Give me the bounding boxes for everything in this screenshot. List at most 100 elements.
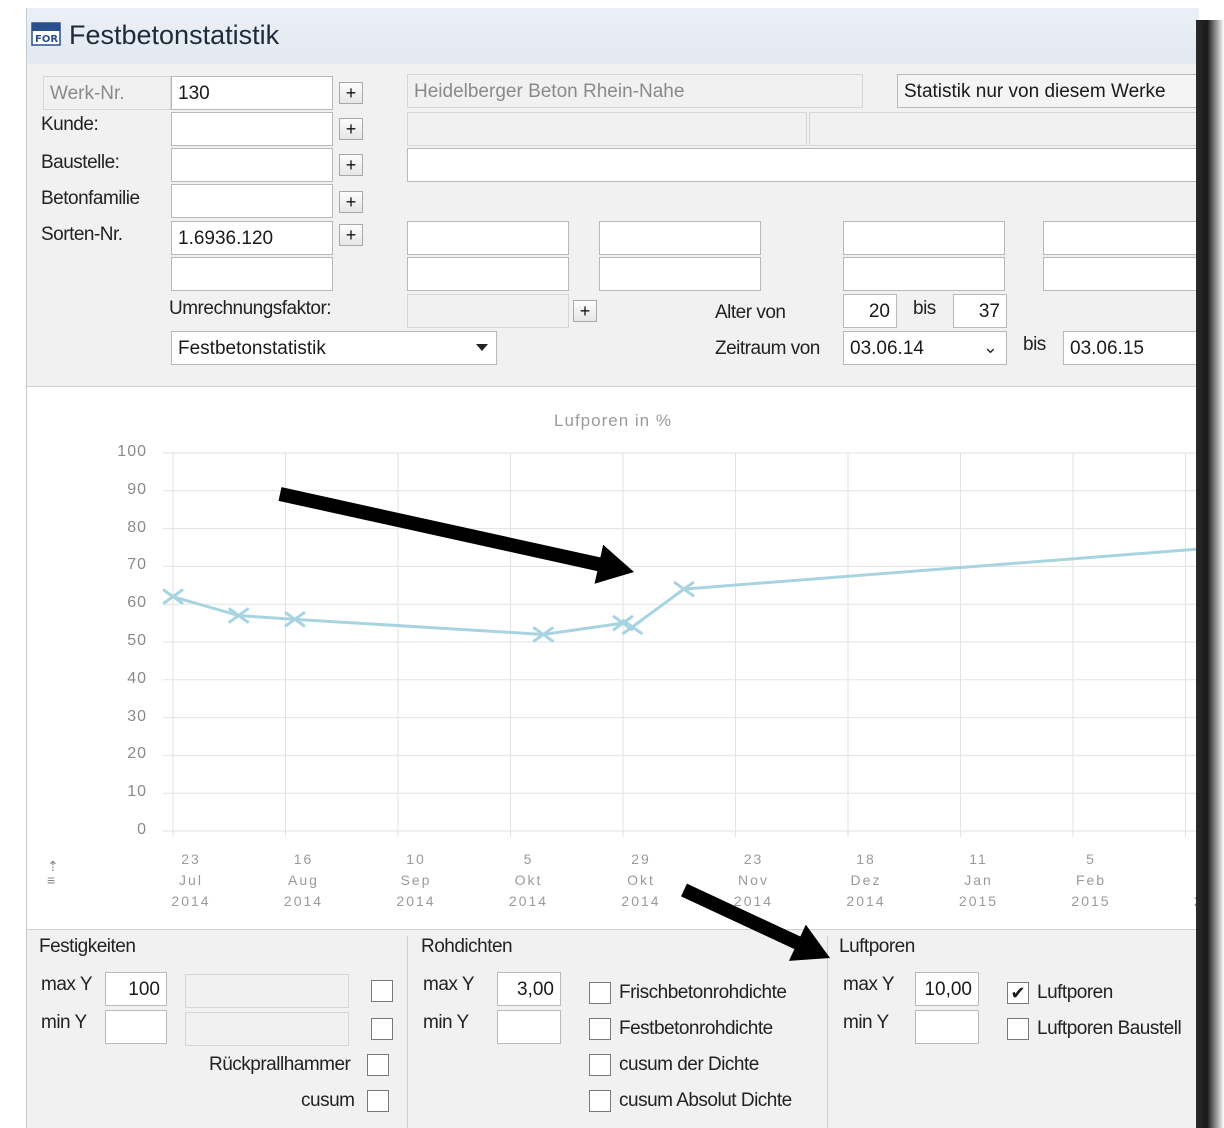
rohdichten-max-label: max Y <box>423 974 475 995</box>
zeitraum-von-value: 03.06.14 <box>850 338 924 359</box>
luftporen-max-input[interactable]: 10,00 <box>915 972 979 1006</box>
x-tick-month: Dez <box>850 872 882 888</box>
x-tick-label: 18 Dez 2014 <box>826 849 906 912</box>
werk-nr-input[interactable]: 130 <box>171 76 333 110</box>
options-panel: Festigkeiten max Y 100 min Y Rückprallha… <box>27 930 1199 1128</box>
x-tick-year: 2014 <box>508 893 549 909</box>
cusum-absolut-dichte-label: cusum Absolut Dichte <box>619 1090 792 1111</box>
x-tick-month: Jan <box>964 872 993 888</box>
baustelle-input[interactable] <box>171 148 333 182</box>
festbetonrohdichte-checkbox[interactable] <box>589 1018 611 1040</box>
x-tick-day: 11 <box>969 851 988 867</box>
festigkeiten-min-label: min Y <box>41 1012 87 1033</box>
betonfamilie-input[interactable] <box>171 184 333 218</box>
baustelle-plus-button[interactable]: + <box>339 154 363 176</box>
rueckprallhammer-checkbox[interactable] <box>367 1054 389 1076</box>
kunde-name-field <box>407 112 807 146</box>
cusum-checkbox[interactable] <box>367 1090 389 1112</box>
y-tick-label: 60 <box>127 594 147 612</box>
sorte-field-2a[interactable] <box>599 221 761 255</box>
alter-bis-input[interactable]: 37 <box>953 294 1007 328</box>
y-tick-label: 90 <box>127 480 147 498</box>
x-tick-day: 5 <box>1086 851 1096 867</box>
cusum-absolut-dichte-checkbox[interactable] <box>589 1090 611 1112</box>
rueckprallhammer-label: Rückprallhammer <box>209 1054 351 1075</box>
sorte-field-3b[interactable] <box>843 257 1005 291</box>
x-tick-month: Jul <box>179 872 203 888</box>
festigkeiten-checkbox-1[interactable] <box>371 980 393 1002</box>
x-tick-label: 5 Feb 2015 <box>1051 849 1131 912</box>
festigkeiten-checkbox-2[interactable] <box>371 1018 393 1040</box>
betonfamilie-plus-button[interactable]: + <box>339 191 363 213</box>
alter-von-input[interactable]: 20 <box>843 294 897 328</box>
zeitraum-von-select[interactable]: 03.06.14 ⌄ <box>843 331 1007 365</box>
luftporen-min-input[interactable] <box>915 1010 979 1044</box>
festigkeiten-extra-field-2 <box>185 1012 349 1046</box>
sorte-field-3a[interactable] <box>843 221 1005 255</box>
statistik-select[interactable]: Festbetonstatistik <box>171 331 497 365</box>
festigkeiten-title: Festigkeiten <box>39 936 136 957</box>
festigkeiten-max-input[interactable]: 100 <box>105 972 167 1006</box>
y-tick-label: 100 <box>117 443 147 460</box>
luftporen-baustelle-checkbox[interactable] <box>1007 1018 1029 1040</box>
zeitraum-bis-label: bis <box>1023 334 1046 355</box>
chevron-down-icon: ⌄ <box>982 337 998 357</box>
luftporen-checkbox[interactable]: ✔ <box>1007 982 1029 1004</box>
cusum-label: cusum <box>301 1090 355 1111</box>
x-tick-day: 23 <box>181 851 201 867</box>
rohdichten-min-input[interactable] <box>497 1010 561 1044</box>
x-tick-year: 2014 <box>621 893 661 909</box>
rohdichten-max-input[interactable]: 3,00 <box>497 972 561 1006</box>
luftporen-checkbox-label: Luftporen <box>1037 982 1113 1003</box>
festigkeiten-max-label: max Y <box>41 974 93 995</box>
werk-plus-button[interactable]: + <box>339 82 363 104</box>
x-tick-year: 2015 <box>958 893 999 909</box>
window-shadow <box>1196 20 1224 1128</box>
sorten-nr-input[interactable]: 1.6936.120 <box>171 221 333 255</box>
luftporen-title: Luftporen <box>839 936 915 957</box>
sorte-field-1a[interactable] <box>407 221 569 255</box>
x-tick-day: 16 <box>293 851 314 867</box>
baustelle-label: Baustelle: <box>41 152 120 173</box>
line-chart <box>162 452 1199 837</box>
zeitraum-label: Zeitraum von <box>715 338 820 359</box>
sorte-field-1b[interactable] <box>407 257 569 291</box>
cusum-dichte-checkbox[interactable] <box>589 1054 611 1076</box>
sorten-nr-input-2[interactable] <box>171 257 333 291</box>
zeitraum-bis-select[interactable]: 03.06.15 <box>1063 331 1199 365</box>
x-tick-day: 5 <box>523 851 534 867</box>
chart-scroll-icon[interactable]: ⇡ ≡ <box>47 859 59 887</box>
rohdichten-min-label: min Y <box>423 1012 469 1033</box>
x-tick-year: 2015 <box>1071 893 1111 909</box>
x-tick-day: 23 <box>743 851 764 867</box>
umrechnung-plus-button[interactable]: + <box>573 300 597 322</box>
festbetonstatistik-window: FOR Festbetonstatistik Werk-Nr. 130 + He… <box>26 8 1199 1128</box>
festbetonrohdichte-label: Festbetonrohdichte <box>619 1018 773 1039</box>
sorte-field-4a[interactable] <box>1043 221 1199 255</box>
zeitraum-bis-value: 03.06.15 <box>1070 338 1144 359</box>
festigkeiten-min-input[interactable] <box>105 1010 167 1044</box>
data-point-marker <box>621 618 644 636</box>
sorte-field-4b[interactable] <box>1043 257 1199 291</box>
cusum-dichte-label: cusum der Dichte <box>619 1054 759 1075</box>
frischbetonrohdichte-label: Frischbetonrohdichte <box>619 982 787 1003</box>
checkmark-icon: ✔ <box>1010 983 1026 1003</box>
x-tick-year: 2014 <box>283 893 324 909</box>
baustelle-name-field[interactable] <box>407 148 1199 182</box>
x-tick-month: Feb <box>1075 872 1107 888</box>
x-tick-year: 2014 <box>396 893 436 909</box>
sorten-plus-button[interactable]: + <box>339 224 363 246</box>
betonfamilie-label: Betonfamilie <box>41 188 140 209</box>
x-tick-month: Aug <box>288 872 319 888</box>
frischbetonrohdichte-checkbox[interactable] <box>589 982 611 1004</box>
y-tick-label: 40 <box>127 669 147 687</box>
x-tick-month: Okt <box>514 872 543 888</box>
kunde-input[interactable] <box>171 112 333 146</box>
x-tick-label: 16 Aug 2014 <box>264 849 344 912</box>
y-tick-label: 50 <box>127 632 147 649</box>
x-tick-year: 20 <box>1164 891 1199 912</box>
werk-filter-field[interactable]: Statistik nur von diesem Werke <box>897 74 1199 108</box>
kunde-plus-button[interactable]: + <box>339 118 363 140</box>
sorte-field-2b[interactable] <box>599 257 761 291</box>
x-tick-label: 23 Jul 2014 <box>151 849 231 912</box>
